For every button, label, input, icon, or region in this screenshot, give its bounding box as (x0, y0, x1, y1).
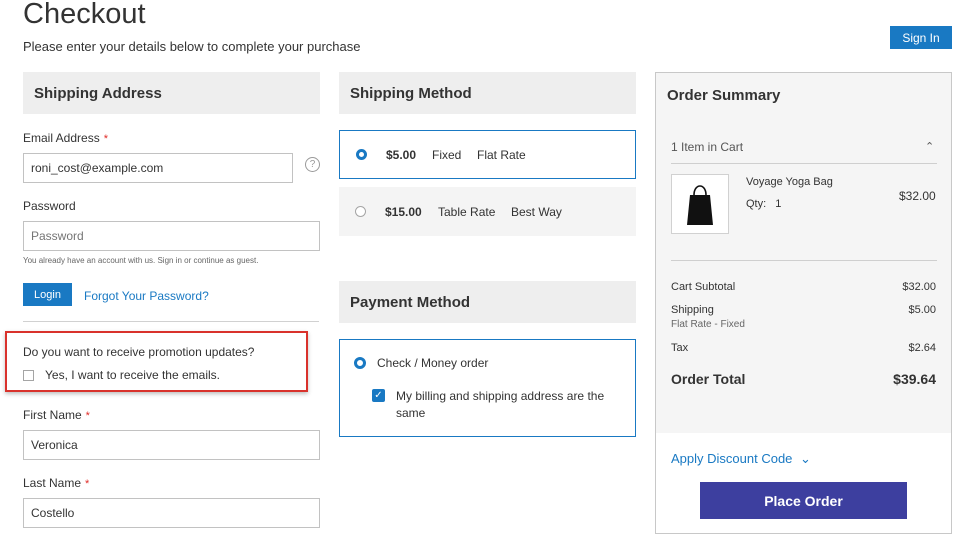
shipping-method-name: Flat Rate (477, 147, 526, 162)
shipping-option-flat-rate[interactable]: $5.00 Fixed Flat Rate (339, 130, 636, 179)
first-name-label: First Name * (23, 408, 90, 422)
shipping-price: $5.00 (386, 147, 417, 162)
forgot-password-link[interactable]: Forgot Your Password? (84, 289, 209, 303)
promo-question: Do you want to receive promotion updates… (23, 345, 255, 359)
last-name-label-text: Last Name (23, 476, 82, 490)
sign-in-button[interactable]: Sign In (890, 26, 952, 49)
password-label: Password (23, 199, 76, 213)
order-total-label: Order Total (671, 371, 746, 387)
page-title: Checkout (23, 0, 146, 30)
payment-option-label[interactable]: Check / Money order (377, 356, 488, 370)
email-label: Email Address * (23, 131, 108, 145)
divider (23, 321, 319, 322)
product-price: $32.00 (899, 189, 936, 203)
shipping-carrier: Fixed (432, 147, 462, 162)
subtotal-value: $32.00 (902, 281, 936, 293)
shipping-option-table-rate[interactable]: $15.00 Table Rate Best Way (339, 187, 636, 236)
promo-option-label[interactable]: Yes, I want to receive the emails. (45, 368, 220, 382)
apply-discount-text[interactable]: Apply Discount Code (671, 451, 792, 466)
promo-checkbox[interactable] (23, 370, 34, 381)
bag-icon (687, 185, 713, 225)
first-name-value: Veronica (31, 438, 78, 452)
order-total-value: $39.64 (893, 371, 936, 387)
product-name: Voyage Yoga Bag (746, 176, 833, 188)
last-name-field[interactable]: Costello (23, 498, 320, 528)
email-field[interactable]: roni_cost@example.com (23, 153, 293, 183)
login-button[interactable]: Login (23, 283, 72, 306)
account-note: You already have an account with us. Sig… (23, 256, 259, 265)
product-qty: Qty: 1 (746, 198, 781, 210)
qty-value: 1 (775, 198, 782, 210)
items-in-cart-toggle[interactable]: 1 Item in Cart (671, 140, 743, 154)
help-icon[interactable]: ? (305, 157, 320, 172)
checkbox-checked-icon[interactable]: ✓ (372, 389, 385, 402)
first-name-label-text: First Name (23, 408, 82, 422)
radio-selected-icon[interactable] (356, 149, 367, 160)
shipping-carrier: Table Rate (438, 204, 496, 219)
last-name-label: Last Name * (23, 476, 89, 490)
qty-label: Qty: (746, 198, 767, 210)
last-name-value: Costello (31, 506, 75, 520)
product-thumbnail (671, 174, 729, 234)
radio-selected-icon[interactable] (354, 357, 366, 369)
page-subtitle: Please enter your details below to compl… (23, 39, 361, 54)
chevron-up-icon[interactable]: ⌃ (925, 140, 934, 153)
shipping-method-name: Best Way (511, 204, 562, 219)
password-placeholder: Password (31, 229, 84, 243)
radio-unselected-icon[interactable] (355, 206, 366, 217)
subtotal-label: Cart Subtotal (671, 281, 736, 293)
tax-label: Tax (671, 342, 689, 354)
place-order-button[interactable]: Place Order (700, 482, 907, 519)
same-address-label[interactable]: My billing and shipping address are the … (396, 388, 626, 422)
first-name-field[interactable]: Veronica (23, 430, 320, 460)
apply-discount-link[interactable]: Apply Discount Code ⌄ (671, 451, 811, 467)
password-field[interactable]: Password (23, 221, 320, 251)
email-label-text: Email Address (23, 131, 100, 145)
order-summary-heading: Order Summary (667, 87, 781, 104)
email-value: roni_cost@example.com (31, 161, 164, 175)
required-mark: * (85, 478, 90, 490)
required-mark: * (85, 410, 90, 422)
required-mark: * (103, 133, 108, 145)
summary-divider (671, 260, 937, 261)
shipping-value: $5.00 (908, 304, 936, 316)
promo-highlight-box (5, 331, 308, 392)
shipping-label: Shipping (671, 304, 714, 316)
payment-method-heading: Payment Method (339, 281, 636, 323)
shipping-price: $15.00 (385, 204, 422, 219)
shipping-method-heading: Shipping Method (339, 72, 636, 114)
summary-divider (671, 163, 937, 164)
shipping-address-heading: Shipping Address (23, 72, 320, 114)
chevron-down-icon[interactable]: ⌄ (800, 451, 811, 466)
tax-value: $2.64 (908, 342, 936, 354)
shipping-method-summary: Flat Rate - Fixed (671, 319, 745, 330)
